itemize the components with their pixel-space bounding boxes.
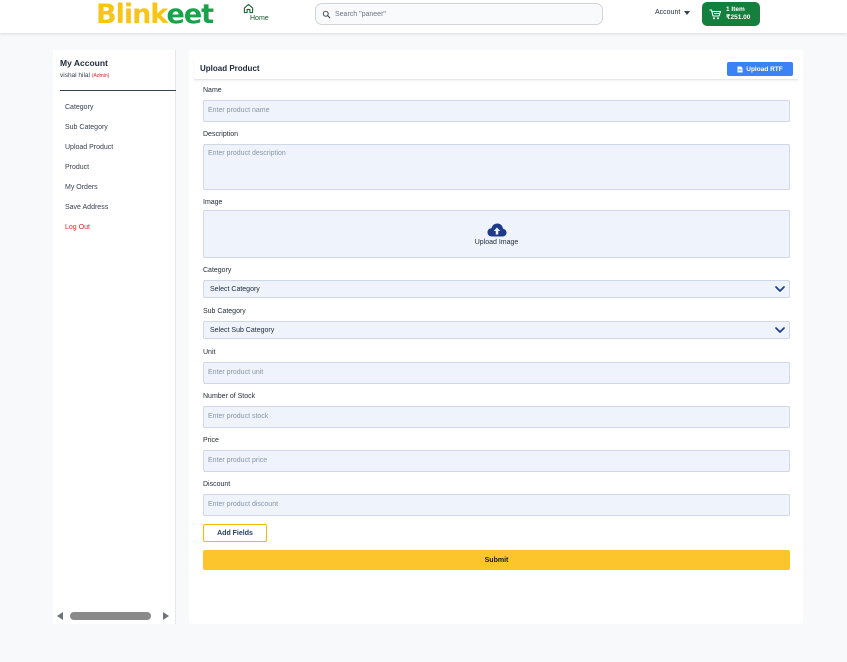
home-label: Home bbox=[250, 15, 269, 22]
name-label: Name bbox=[203, 87, 222, 94]
category-select[interactable]: Select Category bbox=[203, 280, 790, 298]
search-placeholder: Search "paneer" bbox=[335, 10, 386, 18]
product-discount-input[interactable]: Enter product discount bbox=[203, 494, 790, 516]
product-discount-placeholder: Enter product discount bbox=[208, 501, 279, 508]
user-info: vishal hilal (Admin) bbox=[60, 72, 109, 79]
chevron-down-icon bbox=[775, 327, 785, 333]
product-price-placeholder: Enter product price bbox=[208, 457, 268, 464]
description-label: Description bbox=[203, 131, 239, 138]
category-label: Category bbox=[203, 267, 232, 274]
product-name-input[interactable]: Enter product name bbox=[203, 100, 790, 122]
price-label: Price bbox=[203, 437, 219, 444]
sidebar-item-sub-category[interactable]: Sub Category bbox=[65, 123, 113, 143]
product-price-input[interactable]: Enter product price bbox=[203, 450, 790, 472]
cart-icon bbox=[709, 8, 721, 19]
image-upload-dropzone[interactable]: Upload Image bbox=[203, 210, 790, 258]
account-label: Account bbox=[655, 9, 681, 16]
sidebar-title: My Account bbox=[60, 58, 108, 68]
scroll-left-arrow-icon[interactable] bbox=[57, 612, 63, 620]
product-description-textarea[interactable]: Enter product description bbox=[203, 144, 790, 190]
stock-label: Number of Stock bbox=[203, 393, 256, 400]
chevron-down-icon bbox=[775, 286, 785, 292]
page-title: Upload Product bbox=[200, 64, 260, 73]
product-name-placeholder: Enter product name bbox=[208, 107, 270, 114]
upload-rtf-button[interactable]: Upload RTF bbox=[727, 62, 793, 76]
home-link[interactable]: Home bbox=[236, 3, 269, 22]
search-icon bbox=[322, 10, 331, 18]
sidebar-item-upload-product[interactable]: Upload Product bbox=[65, 143, 113, 163]
sidebar-item-category[interactable]: Category bbox=[65, 103, 113, 123]
upload-image-text: Upload Image bbox=[474, 238, 519, 246]
logo-text-blink: Blink bbox=[96, 0, 168, 30]
add-fields-button[interactable]: Add Fields bbox=[203, 524, 267, 542]
sidebar-item-product[interactable]: Product bbox=[65, 163, 113, 183]
brand-logo[interactable]: Blinkeet bbox=[96, 0, 215, 31]
sub-category-selected-value: Select Sub Category bbox=[210, 327, 275, 334]
logo-text-eet: eet bbox=[166, 0, 215, 30]
image-label: Image bbox=[203, 199, 223, 206]
account-sidebar: My Account vishal hilal (Admin) Category… bbox=[53, 50, 176, 624]
scrollbar-thumb[interactable] bbox=[70, 612, 151, 620]
product-stock-input[interactable]: Enter product stock bbox=[203, 406, 790, 428]
discount-label: Discount bbox=[203, 481, 231, 488]
document-icon bbox=[737, 66, 743, 72]
product-stock-placeholder: Enter product stock bbox=[208, 413, 269, 420]
product-unit-placeholder: Enter product unit bbox=[208, 369, 264, 376]
cart-total: ₹251.00 bbox=[726, 14, 751, 21]
user-name: vishal hilal bbox=[60, 72, 90, 79]
horizontal-scrollbar[interactable] bbox=[57, 611, 173, 621]
product-description-placeholder: Enter product description bbox=[208, 150, 286, 157]
cart-item-count: 1 Item bbox=[726, 6, 745, 13]
account-dropdown[interactable]: Account bbox=[655, 9, 691, 16]
caret-down-icon bbox=[684, 10, 691, 15]
sub-category-label: Sub Category bbox=[203, 308, 246, 315]
home-icon bbox=[243, 3, 253, 14]
sidebar-item-log-out[interactable]: Log Out bbox=[65, 223, 113, 243]
upload-rtf-label: Upload RTF bbox=[746, 65, 783, 73]
product-unit-input[interactable]: Enter product unit bbox=[203, 362, 790, 384]
category-selected-value: Select Category bbox=[210, 286, 260, 293]
sidebar-item-save-address[interactable]: Save Address bbox=[65, 203, 113, 223]
sub-category-select[interactable]: Select Sub Category bbox=[203, 321, 790, 339]
submit-button[interactable]: Submit bbox=[203, 550, 790, 570]
sidebar-item-my-orders[interactable]: My Orders bbox=[65, 183, 113, 203]
cloud-upload-icon bbox=[487, 223, 506, 236]
scroll-right-arrow-icon[interactable] bbox=[163, 612, 169, 620]
top-header: Blinkeet Home Search "paneer" Account 1 … bbox=[0, 0, 847, 33]
cart-button[interactable]: 1 Item ₹251.00 bbox=[702, 2, 760, 26]
sidebar-divider bbox=[60, 90, 176, 91]
unit-label: Unit bbox=[203, 349, 216, 356]
user-role-badge: (Admin) bbox=[91, 73, 110, 79]
panel-header: Upload Product Upload RTF bbox=[194, 57, 798, 80]
search-input[interactable]: Search "paneer" bbox=[315, 3, 603, 25]
upload-product-panel: Upload Product Upload RTF Name Enter pro… bbox=[189, 50, 803, 624]
sidebar-menu: Category Sub Category Upload Product Pro… bbox=[65, 103, 113, 243]
